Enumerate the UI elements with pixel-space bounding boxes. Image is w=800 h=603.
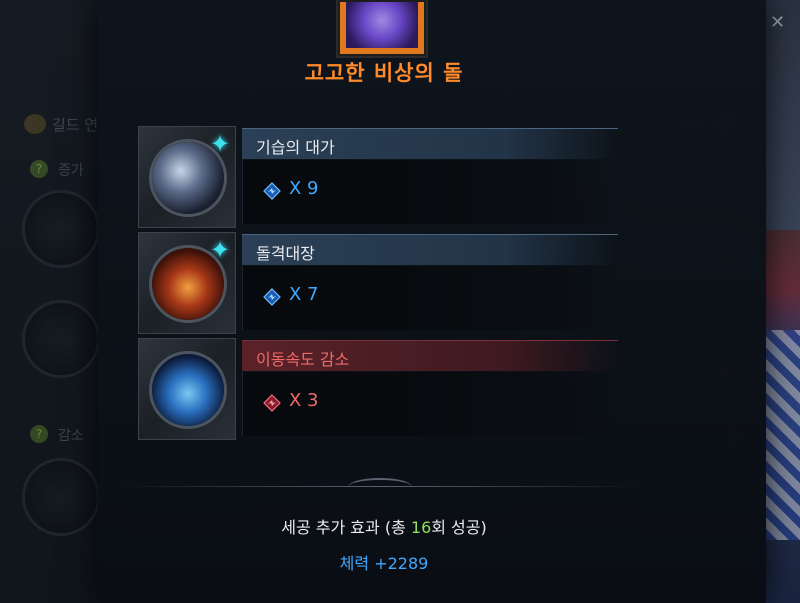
close-icon[interactable]: ✕ <box>770 12 785 33</box>
engraving-row-3[interactable]: 이동속도 감소 X 3 <box>138 338 619 440</box>
bg-category-decrease: 감소 <box>58 428 84 444</box>
blue-gem-icon <box>263 182 281 200</box>
engraving-row-1[interactable]: ✦ 기습의 대가 X 9 <box>138 126 619 228</box>
help-question-icon-2: ? <box>30 425 48 443</box>
engraving-count: X 9 <box>289 178 319 199</box>
bonus-effect-title: 세공 추가 효과 (총 16회 성공) <box>0 514 768 538</box>
engraving-name: 돌격대장 <box>256 244 315 263</box>
engraving-count: X 7 <box>289 284 319 305</box>
bonus-effect-suffix: 회 성공) <box>431 518 487 537</box>
bg-slot-2 <box>22 300 100 378</box>
engraving-row-2[interactable]: ✦ 돌격대장 X 7 <box>138 232 619 334</box>
red-gem-icon <box>263 394 281 412</box>
dialog-title: 고고한 비상의 돌 <box>304 61 464 85</box>
engraving-count: X 3 <box>289 390 319 411</box>
cyan-sparkle-icon: ✦ <box>210 130 231 158</box>
engraving-body: X 9 <box>242 160 619 224</box>
engraving-header-negative: 이동속도 감소 <box>242 340 618 371</box>
help-question-icon: ? <box>30 160 48 178</box>
bonus-stat: 체력 +2289 <box>339 554 429 573</box>
bg-category-increase: 증가 <box>58 163 84 179</box>
engraving-name: 기습의 대가 <box>256 138 335 157</box>
game-scene-floor <box>766 330 800 540</box>
guild-emblem-icon <box>24 114 46 134</box>
engraving-body: X 7 <box>242 266 619 330</box>
blue-gem-icon <box>263 288 281 306</box>
ability-stone-item-icon <box>336 0 428 58</box>
engraving-icon-frame <box>138 338 236 440</box>
engraving-header: 기습의 대가 <box>242 128 618 159</box>
purple-stone-icon <box>346 2 418 48</box>
cyan-sparkle-icon: ✦ <box>210 236 231 264</box>
bonus-effect-prefix: 세공 추가 효과 (총 <box>281 518 411 537</box>
engraving-name: 이동속도 감소 <box>256 350 350 369</box>
engraving-body: X 3 <box>242 372 619 436</box>
bg-slot-1 <box>22 190 100 268</box>
bg-guild-label: 길드 연 <box>52 116 99 134</box>
engraving-header: 돌격대장 <box>242 234 618 265</box>
move-speed-reduction-icon <box>149 351 227 429</box>
ornament-divider <box>120 476 640 498</box>
success-count: 16 <box>410 518 432 537</box>
